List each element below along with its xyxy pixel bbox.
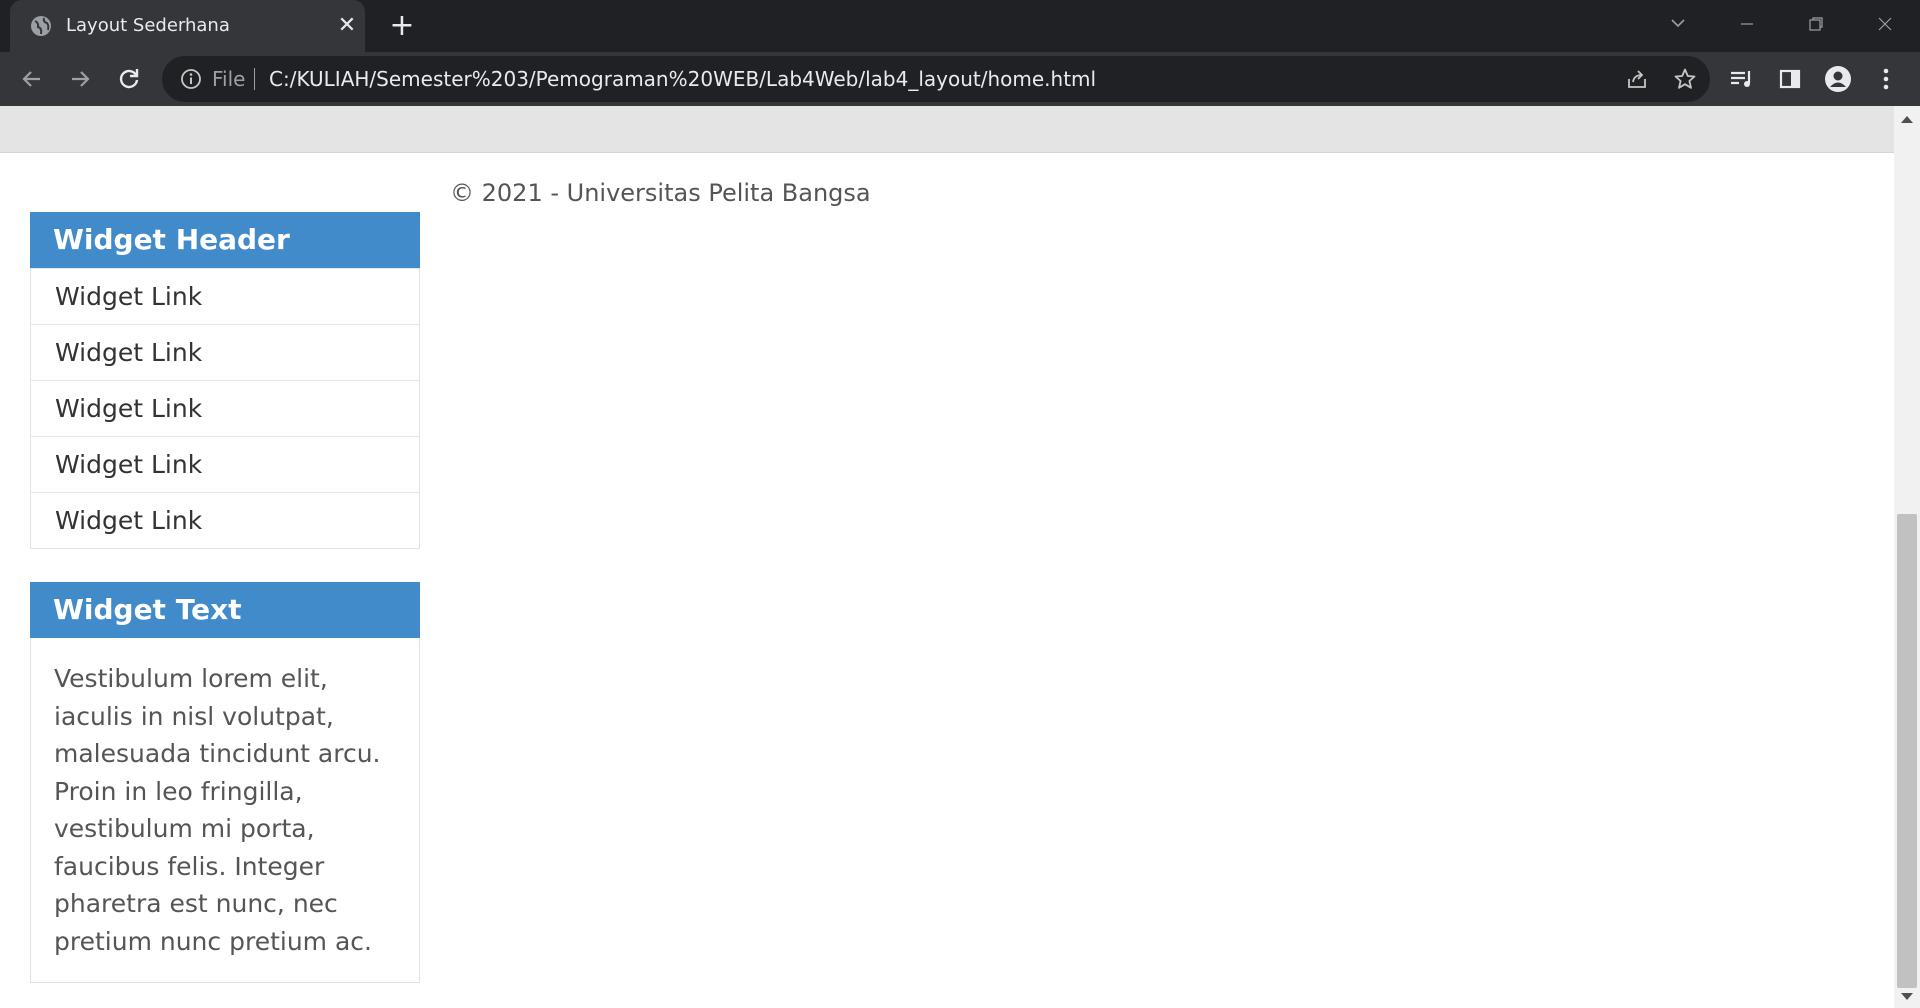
widget-link[interactable]: Widget Link [31,492,419,548]
info-icon[interactable] [180,68,202,90]
reload-icon[interactable] [113,63,145,95]
share-icon[interactable] [1625,67,1649,91]
links-widget: Widget Header Widget Link Widget Link Wi… [30,212,420,549]
back-icon[interactable] [16,63,48,95]
widget-link[interactable]: Widget Link [31,436,419,492]
widget-link[interactable]: Widget Link [31,380,419,436]
tab-strip: Layout Sederhana ✕ + [0,0,1920,52]
widget-link[interactable]: Widget Link [31,324,419,380]
profile-avatar-icon[interactable] [1822,63,1854,95]
tab-search-icon[interactable] [1662,10,1694,40]
widget-header: Widget Text [30,582,420,638]
widget-text-body: Vestibulum lorem elit, iaculis in nisl v… [54,664,381,956]
menu-kebab-icon[interactable] [1870,63,1902,95]
widget-header: Widget Header [30,212,420,268]
new-tab-button[interactable]: + [388,11,416,41]
bookmark-star-icon[interactable] [1673,67,1697,91]
scheme-label: File [212,67,246,91]
scroll-up-arrow-icon[interactable] [1901,116,1913,123]
browser-toolbar: File C:/KULIAH/Semester%203/Pemograman%2… [0,52,1920,106]
nav-strip [0,106,1894,153]
url-text[interactable]: C:/KULIAH/Semester%203/Pemograman%20WEB/… [269,56,1096,102]
browser-tab[interactable]: Layout Sederhana ✕ [10,0,365,52]
forward-icon[interactable] [64,63,96,95]
address-separator [254,68,255,90]
text-widget: Widget Text Vestibulum lorem elit, iacul… [30,582,420,983]
globe-icon [30,15,52,37]
vertical-scrollbar[interactable] [1894,106,1920,1008]
minimize-icon[interactable] [1731,10,1763,40]
address-bar[interactable]: File C:/KULIAH/Semester%203/Pemograman%2… [162,56,1710,102]
tab-title: Layout Sederhana [66,15,230,36]
scrollbar-thumb[interactable] [1897,514,1917,988]
side-panel-icon[interactable] [1774,63,1806,95]
widget-link[interactable]: Widget Link [31,268,419,324]
restore-icon[interactable] [1800,10,1832,40]
page-viewport: © 2021 - Universitas Pelita Bangsa Widge… [0,106,1894,1008]
footer-copyright: © 2021 - Universitas Pelita Bangsa [450,179,871,207]
close-window-icon[interactable] [1869,10,1901,40]
scroll-down-arrow-icon[interactable] [1901,993,1913,1000]
media-control-icon[interactable] [1726,63,1758,95]
close-tab-icon[interactable]: ✕ [335,14,359,38]
